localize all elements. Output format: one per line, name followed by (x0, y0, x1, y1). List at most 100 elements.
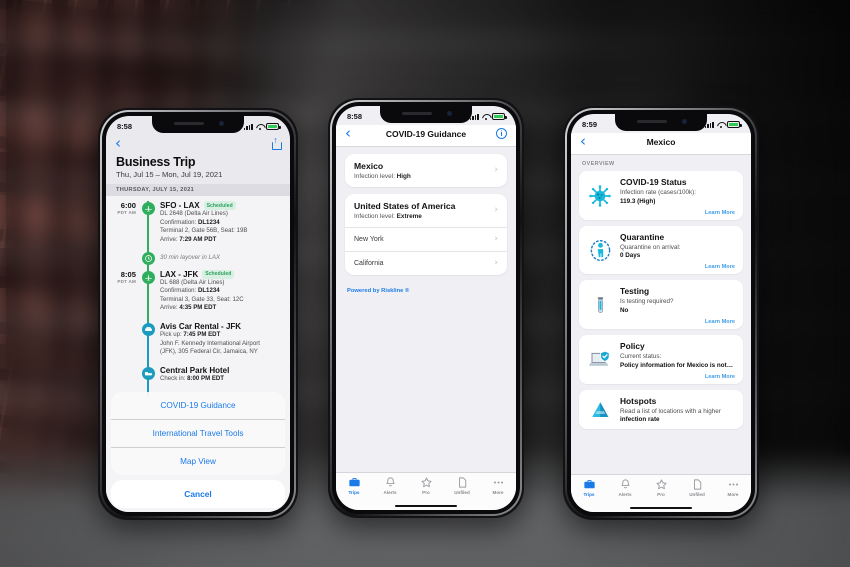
card-text: Testing Is testing required? No Learn More (620, 286, 735, 325)
row-text: New York (354, 236, 488, 243)
segment-detail-line: Confirmation: DL1234 (160, 287, 220, 295)
segment-heading: LAX - JFK Scheduled (160, 269, 282, 279)
card-title: COVID-19 Status (620, 177, 687, 187)
page-title: COVID-19 Guidance (385, 128, 467, 139)
overview-card[interactable]: Hotspots Read a list of locations with a … (579, 389, 743, 430)
segment-heading: Central Park Hotel (160, 366, 282, 375)
nav-right-actions: i (496, 128, 507, 139)
region-row[interactable]: New York › (345, 227, 507, 251)
star-icon (408, 476, 444, 489)
segment-detail-line: (JFK), 305 Federal Cir, Jamaica, NY (160, 348, 258, 356)
tab-trips[interactable]: Trips (336, 476, 372, 495)
itinerary-segment[interactable]: 6:00 PDT AM SFO - LAX Scheduled DL 2648 (Del… (106, 196, 290, 257)
itinerary-segment[interactable]: Avis Car Rental - JFK Pick up: 7:45 PM ED… (106, 317, 290, 370)
phone-device-country-detail: 8:59 ‹ Mexico OVERVIEW COVID-19 Status In… (563, 106, 759, 520)
country-row[interactable]: Mexico Infection level: High › (345, 154, 507, 187)
back-button[interactable]: ‹ (345, 126, 351, 141)
itinerary-segment[interactable]: Central Park Hotel Check in: 8:00 PM EDT (106, 361, 290, 396)
bed-icon (141, 367, 155, 381)
segment-heading: Avis Car Rental - JFK (160, 322, 282, 331)
front-camera-icon (682, 119, 687, 124)
card-title: Quarantine (620, 231, 665, 242)
info-icon[interactable]: i (496, 128, 507, 139)
infection-level: Infection level: High (354, 173, 411, 180)
country-row[interactable]: United States of America Infection level:… (345, 194, 507, 227)
overview-card[interactable]: Policy Current status: Policy information … (579, 334, 743, 384)
segment-detail-line: Pick up: 7:45 PM EDT (160, 331, 221, 339)
row-text: Mexico Infection level: High (354, 161, 488, 180)
back-button[interactable]: ‹ (115, 136, 121, 151)
segment-title: Central Park Hotel (160, 366, 230, 376)
status-time: 8:58 (117, 122, 133, 131)
status-time: 8:59 (582, 120, 598, 129)
tab-unfiled[interactable]: Unfiled (444, 476, 480, 495)
card-text: Hotspots Read a list of locations with a … (620, 396, 735, 426)
segment-detail-line: Arrive: 7:29 AM PDT (160, 235, 217, 243)
quarantine-person-icon (587, 232, 613, 271)
clock-icon (141, 251, 155, 265)
star-icon (643, 478, 679, 491)
chevron-right-icon: › (494, 258, 498, 268)
region-row[interactable]: California › (345, 251, 507, 275)
page-title: Mexico (646, 136, 676, 147)
phone-device-guidance: 8:58 ‹ COVID-19 Guidance i Mexico Infecti… (328, 98, 524, 518)
card-line-2: 0 Days (620, 252, 641, 260)
document-icon (444, 476, 480, 489)
segment-time: 6:00 PDT AM (114, 201, 140, 249)
tab-bar[interactable]: Trips Alerts Pro Unfiled More (336, 472, 516, 502)
briefcase-icon (571, 478, 607, 491)
tab-alerts[interactable]: Alerts (372, 476, 408, 495)
layover-row: 30 min layover in LAX (106, 240, 290, 273)
briefcase-icon (336, 476, 372, 489)
tab-alerts[interactable]: Alerts (607, 478, 643, 497)
action-sheet: COVID-19 Guidance International Travel To… (111, 392, 285, 508)
tab-pro[interactable]: Pro (643, 478, 679, 497)
day-header: THURSDAY, JULY 15, 2021 (106, 184, 290, 196)
battery-icon (727, 121, 742, 128)
card-line-1: Is testing required? (620, 298, 674, 306)
card-line-1: Quarantine on arrival: (620, 243, 681, 251)
tab-unfiled[interactable]: Unfiled (679, 478, 715, 497)
phone2-screen: 8:58 ‹ COVID-19 Guidance i Mexico Infecti… (336, 106, 516, 510)
tab-pro[interactable]: Pro (408, 476, 444, 495)
battery-icon (266, 123, 281, 130)
tab-trips[interactable]: Trips (571, 478, 607, 497)
segment-detail-line: DL 688 (Delta Air Lines) (160, 278, 225, 286)
country-name: United States of America (354, 201, 456, 211)
action-sheet-option-2[interactable]: International Travel Tools (111, 420, 285, 448)
segment-body: Avis Car Rental - JFK Pick up: 7:45 PM ED… (156, 322, 282, 361)
bell-icon (607, 478, 643, 491)
share-icon[interactable] (271, 136, 282, 150)
cancel-button[interactable]: Cancel (111, 480, 285, 508)
policy-laptop-icon (587, 341, 613, 380)
ellipsis-icon (715, 478, 751, 491)
card-text: Quarantine Quarantine on arrival: 0 Days Le… (620, 232, 735, 271)
overview-card[interactable]: COVID-19 Status Infection rate (cases/100… (579, 171, 743, 220)
overview-card[interactable]: Quarantine Quarantine on arrival: 0 Days Le… (579, 225, 743, 275)
powered-by-label[interactable]: Powered by Riskline ® (345, 282, 507, 294)
tab-bar[interactable]: Trips Alerts Pro Unfiled More (571, 474, 751, 504)
tab-more[interactable]: More (715, 478, 751, 497)
back-button[interactable]: ‹ (580, 134, 586, 149)
trip-dates: Thu, Jul 15 – Mon, Jul 19, 2021 (116, 170, 223, 179)
tab-more[interactable]: More (480, 476, 516, 495)
nav-bar: ‹ (106, 135, 290, 155)
tab-label: Unfiled (454, 490, 470, 495)
learn-more-link[interactable]: Learn More (620, 264, 735, 270)
itinerary-segment[interactable]: 8:05 PDT AM LAX - JFK Scheduled DL 688 (Delt… (106, 265, 290, 326)
phone3-screen: 8:59 ‹ Mexico OVERVIEW COVID-19 Status In… (571, 114, 751, 512)
overview-card[interactable]: Testing Is testing required? No Learn More (579, 280, 743, 329)
card-line-2: No (620, 307, 629, 315)
action-sheet-option-1[interactable]: COVID-19 Guidance (111, 392, 285, 420)
timeline-rail (140, 322, 156, 370)
action-sheet-option-3[interactable]: Map View (111, 448, 285, 475)
overview-card-list: COVID-19 Status Infection rate (cases/100… (579, 171, 743, 430)
learn-more-link[interactable]: Learn More (620, 319, 735, 325)
home-indicator (571, 504, 751, 512)
status-indicators (243, 123, 281, 130)
learn-more-link[interactable]: Learn More (620, 374, 735, 380)
status-badge: Scheduled (202, 269, 235, 279)
segment-time-value: 6:00 (120, 201, 136, 210)
learn-more-link[interactable]: Learn More (620, 210, 735, 216)
segment-body: LAX - JFK Scheduled DL 688 (Delta Air Line… (156, 269, 282, 318)
